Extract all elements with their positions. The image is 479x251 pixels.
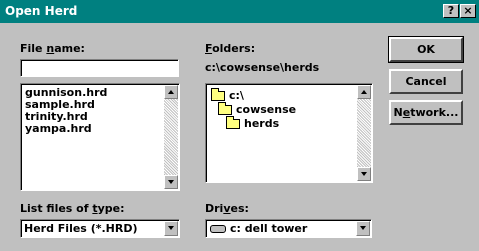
current-path: c:\cowsense\herds	[205, 61, 320, 74]
folder-item-root[interactable]: c:\	[211, 88, 341, 102]
open-folder-icon	[211, 88, 225, 101]
drives-value: c: dell tower	[230, 222, 308, 235]
file-type-value: Herd Files (*.HRD)	[24, 222, 138, 235]
file-type-dropdown-button[interactable]	[164, 221, 178, 236]
arrow-down-icon	[168, 180, 174, 184]
folders-scrollbar[interactable]	[357, 85, 371, 181]
network-button[interactable]: Network...	[389, 100, 463, 125]
arrow-down-icon	[360, 226, 366, 230]
open-folder-icon	[218, 102, 232, 115]
scroll-down-button[interactable]	[357, 167, 371, 181]
drives-label: Drives:	[205, 202, 249, 215]
scroll-up-button[interactable]	[357, 85, 371, 99]
title-bar[interactable]: Open Herd ? ×	[0, 0, 479, 23]
files-scrollbar[interactable]	[164, 85, 178, 189]
folder-item-herds[interactable]: herds	[226, 116, 356, 130]
close-button[interactable]: ×	[460, 4, 476, 18]
file-type-select[interactable]: Herd Files (*.HRD)	[20, 219, 180, 238]
folders-tree[interactable]: c:\ cowsense herds	[205, 83, 373, 183]
file-name-input[interactable]	[20, 59, 179, 77]
arrow-down-icon	[168, 226, 174, 230]
scroll-up-button[interactable]	[164, 85, 178, 99]
file-name-label: File name:	[20, 42, 85, 55]
scroll-down-button[interactable]	[164, 175, 178, 189]
folder-item-cowsense[interactable]: cowsense	[218, 102, 348, 116]
cancel-button[interactable]: Cancel	[389, 69, 463, 94]
arrow-up-icon	[361, 90, 367, 94]
file-type-label: List files of type:	[20, 202, 125, 215]
help-button[interactable]: ?	[443, 4, 459, 18]
drives-select[interactable]: c: dell tower	[205, 219, 372, 238]
folders-label: Folders:	[205, 42, 256, 55]
arrow-down-icon	[361, 172, 367, 176]
window-title: Open Herd	[5, 4, 78, 18]
file-item[interactable]: yampa.hrd	[25, 123, 92, 135]
arrow-up-icon	[168, 90, 174, 94]
drive-icon	[210, 225, 226, 233]
files-listbox[interactable]: gunnison.hrd sample.hrd trinity.hrd yamp…	[20, 83, 180, 191]
drives-dropdown-button[interactable]	[356, 221, 370, 236]
ok-button[interactable]: OK	[388, 36, 464, 63]
open-folder-icon	[226, 116, 240, 129]
